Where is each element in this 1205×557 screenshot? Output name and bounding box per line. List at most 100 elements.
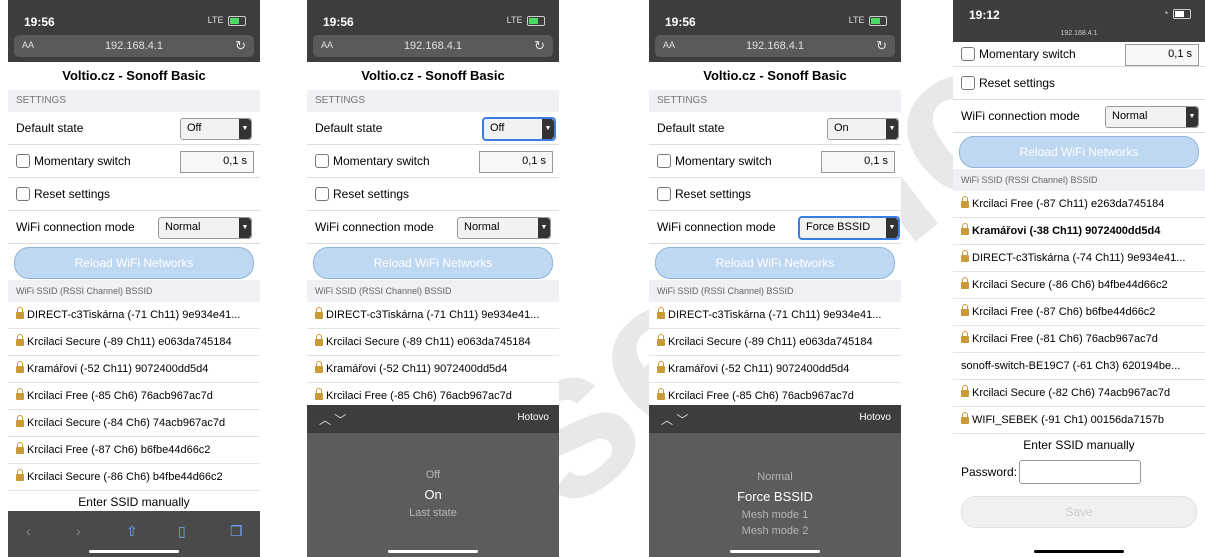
- network-item[interactable]: Krcilaci Secure (-82 Ch6) 74acb967ac7d: [953, 380, 1205, 407]
- dropdown-arrow-icon: ▼: [542, 119, 554, 139]
- status-time: 19:56: [24, 15, 55, 29]
- network-item[interactable]: Krcilaci Secure (-86 Ch6) b4fbe44d66c2: [8, 464, 260, 491]
- network-name: Kramářovi (-38 Ch11) 9072400dd5d4: [972, 225, 1161, 237]
- network-item[interactable]: Krcilaci Free (-81 Ch6) 76acb967ac7d: [953, 326, 1205, 353]
- lock-icon: [961, 276, 969, 289]
- network-item[interactable]: Krcilaci Secure (-89 Ch11) e063da745184: [649, 329, 901, 356]
- momentary-switch-checkbox[interactable]: [16, 154, 30, 168]
- phone-screen-1: 19:56 LTE AA 192.168.4.1 ↻ Voltio.cz - S…: [8, 0, 260, 557]
- address-bar[interactable]: AA 192.168.4.1 ↻: [313, 35, 553, 57]
- network-item[interactable]: Kramářovi (-52 Ch11) 9072400dd5d4: [649, 356, 901, 383]
- network-item[interactable]: Krcilaci Secure (-89 Ch11) e063da745184: [307, 329, 559, 356]
- reset-settings-checkbox[interactable]: [315, 187, 329, 201]
- lock-icon: [16, 333, 24, 346]
- network-name: Krcilaci Secure (-86 Ch6) b4fbe44d66c2: [972, 279, 1168, 291]
- lock-icon: [961, 384, 969, 397]
- momentary-duration-input[interactable]: 0,1 s: [479, 151, 553, 173]
- network-name: Krcilaci Free (-87 Ch11) e263da745184: [972, 198, 1165, 210]
- select-picker: ︿ ﹀ Hotovo Normal Force BSSID Mesh mode …: [649, 405, 901, 557]
- network-item[interactable]: Krcilaci Free (-85 Ch6) 76acb967ac7d: [8, 383, 260, 410]
- tabs-icon[interactable]: ❐: [230, 523, 243, 540]
- reset-settings-checkbox[interactable]: [961, 76, 975, 90]
- reload-networks-button[interactable]: Reload WiFi Networks: [655, 247, 895, 279]
- save-row: Save: [953, 490, 1205, 530]
- network-name: DIRECT-c3Tiskárna (-71 Ch11) 9e934e41...: [326, 309, 540, 321]
- picker-option-selected[interactable]: Force BSSID: [649, 489, 901, 504]
- momentary-switch-label: Momentary switch: [979, 47, 1076, 61]
- network-item[interactable]: Krcilaci Secure (-86 Ch6) b4fbe44d66c2: [953, 272, 1205, 299]
- network-item[interactable]: Krcilaci Secure (-89 Ch11) e063da745184: [8, 329, 260, 356]
- network-item[interactable]: DIRECT-c3Tiskárna (-71 Ch11) 9e934e41...: [307, 302, 559, 329]
- network-item[interactable]: Krcilaci Free (-87 Ch6) b6fbe44d66c2: [953, 299, 1205, 326]
- reload-networks-button[interactable]: Reload WiFi Networks: [959, 136, 1199, 168]
- network-item[interactable]: Krcilaci Secure (-84 Ch6) 74acb967ac7d: [8, 410, 260, 437]
- enter-ssid-manually-link[interactable]: Enter SSID manually: [8, 491, 260, 513]
- enter-ssid-manually-link[interactable]: Enter SSID manually: [953, 434, 1205, 456]
- reload-networks-button[interactable]: Reload WiFi Networks: [313, 247, 553, 279]
- reset-settings-checkbox[interactable]: [657, 187, 671, 201]
- network-item[interactable]: Krcilaci Free (-87 Ch11) e263da745184: [953, 191, 1205, 218]
- picker-option[interactable]: Mesh mode 1: [649, 509, 901, 521]
- momentary-switch-checkbox[interactable]: [961, 47, 975, 61]
- default-state-select[interactable]: Off ▼: [180, 118, 252, 140]
- momentary-switch-checkbox[interactable]: [657, 154, 671, 168]
- network-item[interactable]: sonoff-switch-BE19C7 (-61 Ch3) 620194be.…: [953, 353, 1205, 380]
- default-state-row: Default state On ▼: [649, 112, 901, 145]
- reload-icon[interactable]: ↻: [235, 38, 246, 54]
- reset-settings-checkbox[interactable]: [16, 187, 30, 201]
- network-item[interactable]: Kramářovi (-52 Ch11) 9072400dd5d4: [307, 356, 559, 383]
- picker-option[interactable]: Mesh mode 2: [649, 525, 901, 537]
- network-name: Krcilaci Secure (-89 Ch11) e063da745184: [668, 336, 873, 348]
- reload-icon[interactable]: ↻: [876, 38, 887, 54]
- wifi-mode-row: WiFi connection mode Normal ▼: [8, 211, 260, 244]
- picker-option-selected[interactable]: On: [307, 487, 559, 502]
- network-item[interactable]: WIFI_SEBEK (-91 Ch1) 00156da7157b: [953, 407, 1205, 434]
- network-name: Krcilaci Secure (-89 Ch11) e063da745184: [326, 336, 531, 348]
- save-button[interactable]: Save: [961, 496, 1197, 528]
- momentary-duration-input[interactable]: 0,1 s: [180, 151, 254, 173]
- lock-icon: [315, 306, 323, 319]
- momentary-switch-checkbox[interactable]: [315, 154, 329, 168]
- wifi-mode-select[interactable]: Normal ▼: [158, 217, 252, 239]
- reset-settings-label: Reset settings: [333, 187, 410, 201]
- network-item[interactable]: DIRECT-c3Tiskárna (-74 Ch11) 9e934e41...: [953, 245, 1205, 272]
- wifi-mode-select[interactable]: Normal ▼: [457, 217, 551, 239]
- wifi-mode-select[interactable]: Normal ▼: [1105, 106, 1199, 128]
- default-state-select[interactable]: Off ▼: [483, 118, 555, 140]
- password-input[interactable]: [1019, 460, 1141, 484]
- default-state-select[interactable]: On ▼: [827, 118, 899, 140]
- momentary-duration-input[interactable]: 0,1 s: [1125, 44, 1199, 66]
- address-bar[interactable]: AA 192.168.4.1 ↻: [655, 35, 895, 57]
- network-item[interactable]: DIRECT-c3Tiskárna (-71 Ch11) 9e934e41...: [649, 302, 901, 329]
- picker-option[interactable]: Normal: [649, 471, 901, 483]
- bookmarks-icon[interactable]: ▯: [178, 523, 186, 540]
- picker-option[interactable]: Last state: [307, 507, 559, 519]
- battery-icon: [228, 15, 246, 26]
- wifi-mode-select[interactable]: Force BSSID ▼: [799, 217, 899, 239]
- reload-icon[interactable]: ↻: [534, 38, 545, 54]
- forward-icon[interactable]: ›: [76, 523, 81, 539]
- network-item-selected[interactable]: Kramářovi (-38 Ch11) 9072400dd5d4: [953, 218, 1205, 245]
- back-icon[interactable]: ‹: [26, 523, 31, 539]
- share-icon[interactable]: ⇧: [126, 523, 138, 540]
- momentary-duration-input[interactable]: 0,1 s: [821, 151, 895, 173]
- ssid-list-header: WiFi SSID (RSSI Channel) BSSID: [307, 280, 559, 302]
- picker-done-button[interactable]: Hotovo: [859, 412, 891, 423]
- safari-toolbar: ‹ › ⇧ ▯ ❐: [8, 511, 260, 557]
- picker-nav-arrows-icon[interactable]: ︿ ﹀: [319, 411, 346, 428]
- picker-nav-arrows-icon[interactable]: ︿ ﹀: [661, 411, 688, 428]
- url-text[interactable]: 192.168.4.1: [953, 30, 1205, 37]
- picker-option[interactable]: Off: [307, 469, 559, 481]
- network-item[interactable]: DIRECT-c3Tiskárna (-71 Ch11) 9e934e41...: [8, 302, 260, 329]
- status-time: 19:12: [969, 8, 1000, 22]
- reset-settings-row: Reset settings: [649, 178, 901, 211]
- reload-networks-row: Reload WiFi Networks: [307, 244, 559, 280]
- network-item[interactable]: Kramářovi (-52 Ch11) 9072400dd5d4: [8, 356, 260, 383]
- reset-settings-row: Reset settings: [307, 178, 559, 211]
- picker-done-button[interactable]: Hotovo: [517, 412, 549, 423]
- network-item[interactable]: Krcilaci Free (-87 Ch6) b6fbe44d66c2: [8, 437, 260, 464]
- reload-networks-button[interactable]: Reload WiFi Networks: [14, 247, 254, 279]
- address-bar[interactable]: AA 192.168.4.1 ↻: [14, 35, 254, 57]
- lock-icon: [16, 468, 24, 481]
- home-indicator: [388, 550, 478, 553]
